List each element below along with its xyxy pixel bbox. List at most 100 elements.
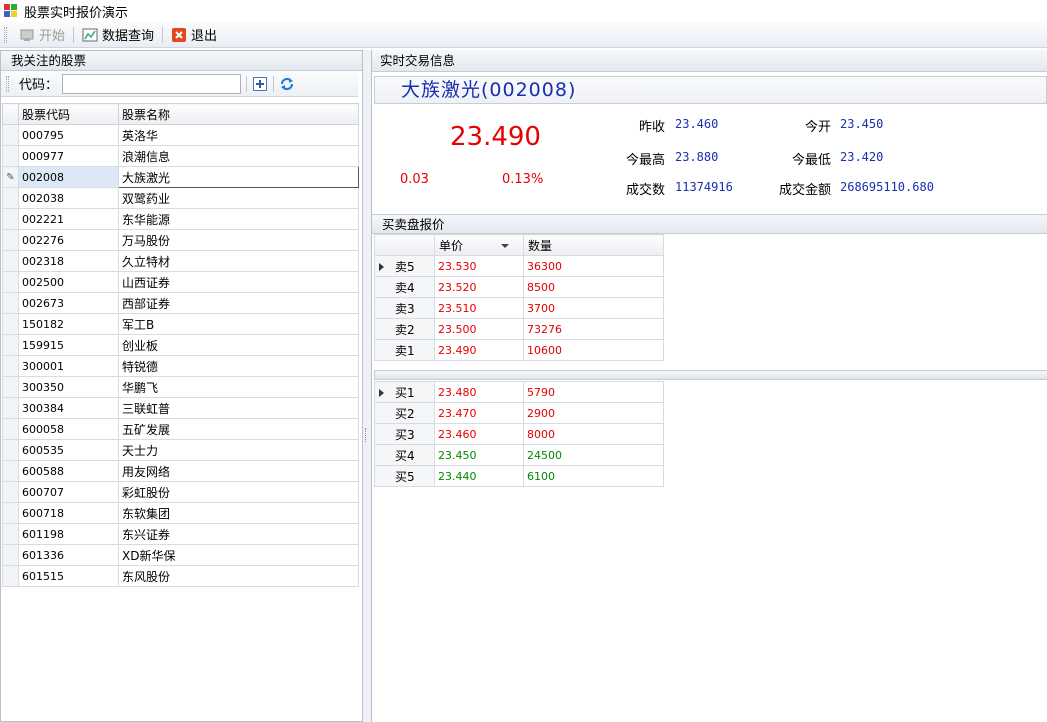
quote-row[interactable]: 卖2 23.500 73276 [374,318,664,340]
quote-level-cell[interactable]: 买1 [374,381,435,403]
stock-name-cell[interactable]: 东华能源 [118,208,359,230]
row-indicator[interactable] [2,523,19,545]
quote-qty-cell[interactable]: 8500 [523,276,664,298]
table-row[interactable]: 150182 军工B [2,313,359,335]
edit-pencil-icon[interactable]: ✎ [2,166,19,188]
quote-qty-cell[interactable]: 3700 [523,297,664,319]
toolbar-grip[interactable] [4,26,7,43]
column-header-price[interactable]: 单价 [434,234,524,256]
quote-level-cell[interactable]: 卖3 [374,297,435,319]
stock-name-cell[interactable]: 西部证券 [118,292,359,314]
quote-qty-cell[interactable]: 73276 [523,318,664,340]
table-row[interactable]: 000977 浪潮信息 [2,145,359,167]
quote-row[interactable]: 买2 23.470 2900 [374,402,664,424]
table-row[interactable]: 300350 华鹏飞 [2,376,359,398]
row-indicator[interactable] [2,229,19,251]
stock-code-cell[interactable]: 601198 [18,523,119,545]
quote-price-cell[interactable]: 23.520 [434,276,524,298]
row-indicator[interactable] [2,544,19,566]
quote-price-cell[interactable]: 23.500 [434,318,524,340]
quote-qty-cell[interactable]: 24500 [523,444,664,466]
stock-code-cell[interactable]: 600588 [18,460,119,482]
stock-code-cell[interactable]: 601515 [18,565,119,587]
stock-name-cell[interactable]: 天士力 [118,439,359,461]
row-indicator[interactable] [2,292,19,314]
panel-splitter[interactable] [363,50,371,722]
table-row[interactable]: 002221 东华能源 [2,208,359,230]
row-indicator[interactable] [2,187,19,209]
stock-name-cell[interactable]: 彩虹股份 [118,481,359,503]
column-header-code[interactable]: 股票代码 [18,103,119,125]
stock-name-cell[interactable]: 特锐德 [118,355,359,377]
quote-level-cell[interactable]: 卖1 [374,339,435,361]
stock-name-cell[interactable]: 创业板 [118,334,359,356]
table-row[interactable]: 002276 万马股份 [2,229,359,251]
stock-name-cell[interactable]: 东兴证券 [118,523,359,545]
stock-code-cell[interactable]: 159915 [18,334,119,356]
quote-row[interactable]: 卖5 23.530 36300 [374,255,664,277]
stock-code-cell[interactable]: 600707 [18,481,119,503]
stock-name-cell[interactable]: 万马股份 [118,229,359,251]
stock-code-cell[interactable]: 000977 [18,145,119,167]
table-row[interactable]: 002038 双鹭药业 [2,187,359,209]
stock-code-cell[interactable]: 002038 [18,187,119,209]
stock-name-cell[interactable]: 英洛华 [118,124,359,146]
quote-level-cell[interactable]: 卖5 [374,255,435,277]
stock-name-cell[interactable]: 大族激光 [118,166,359,188]
quote-price-cell[interactable]: 23.530 [434,255,524,277]
quote-price-cell[interactable]: 23.480 [434,381,524,403]
quote-price-cell[interactable]: 23.470 [434,402,524,424]
quote-row[interactable]: 卖3 23.510 3700 [374,297,664,319]
row-indicator[interactable] [2,271,19,293]
quote-row[interactable]: 买4 23.450 24500 [374,444,664,466]
watchlist-toolbar-grip[interactable] [6,75,9,92]
stock-code-cell[interactable]: 300001 [18,355,119,377]
stock-code-cell[interactable]: 150182 [18,313,119,335]
stock-code-cell[interactable]: 002318 [18,250,119,272]
table-row[interactable]: 600707 彩虹股份 [2,481,359,503]
table-row[interactable]: 159915 创业板 [2,334,359,356]
stock-code-cell[interactable]: 601336 [18,544,119,566]
stock-name-cell[interactable]: 山西证券 [118,271,359,293]
row-indicator[interactable] [2,355,19,377]
table-row[interactable]: 601198 东兴证券 [2,523,359,545]
row-indicator[interactable] [2,124,19,146]
table-row[interactable]: 300384 三联虹普 [2,397,359,419]
row-indicator[interactable] [2,502,19,524]
quote-price-cell[interactable]: 23.510 [434,297,524,319]
table-row[interactable]: 600058 五矿发展 [2,418,359,440]
stock-code-cell[interactable]: 000795 [18,124,119,146]
quote-level-cell[interactable]: 买5 [374,465,435,487]
row-indicator[interactable] [2,439,19,461]
stock-code-cell[interactable]: 002008 [18,166,119,188]
data-query-button[interactable]: 数据查询 [78,24,158,46]
refresh-button[interactable] [279,76,295,92]
row-indicator[interactable] [2,481,19,503]
table-row[interactable]: ✎ 002008 大族激光 [2,166,359,188]
stock-code-cell[interactable]: 600058 [18,418,119,440]
quote-price-cell[interactable]: 23.450 [434,444,524,466]
stock-code-cell[interactable]: 002276 [18,229,119,251]
quote-qty-cell[interactable]: 36300 [523,255,664,277]
quote-price-cell[interactable]: 23.490 [434,339,524,361]
table-row[interactable]: 000795 英洛华 [2,124,359,146]
quote-row[interactable]: 买1 23.480 5790 [374,381,664,403]
table-row[interactable]: 002500 山西证券 [2,271,359,293]
quote-row[interactable]: 卖1 23.490 10600 [374,339,664,361]
column-header-qty[interactable]: 数量 [523,234,664,256]
stock-code-cell[interactable]: 002221 [18,208,119,230]
code-input[interactable] [62,73,242,94]
quote-level-cell[interactable]: 买2 [374,402,435,424]
table-row[interactable]: 600535 天士力 [2,439,359,461]
stock-name-cell[interactable]: 用友网络 [118,460,359,482]
add-stock-button[interactable] [252,76,268,92]
row-indicator[interactable] [2,397,19,419]
start-button[interactable]: 开始 [15,24,69,46]
stock-name-cell[interactable]: 久立特材 [118,250,359,272]
table-row[interactable]: 300001 特锐德 [2,355,359,377]
quote-row[interactable]: 卖4 23.520 8500 [374,276,664,298]
quote-qty-cell[interactable]: 2900 [523,402,664,424]
stock-code-cell[interactable]: 002673 [18,292,119,314]
row-indicator[interactable] [2,376,19,398]
quote-price-cell[interactable]: 23.440 [434,465,524,487]
